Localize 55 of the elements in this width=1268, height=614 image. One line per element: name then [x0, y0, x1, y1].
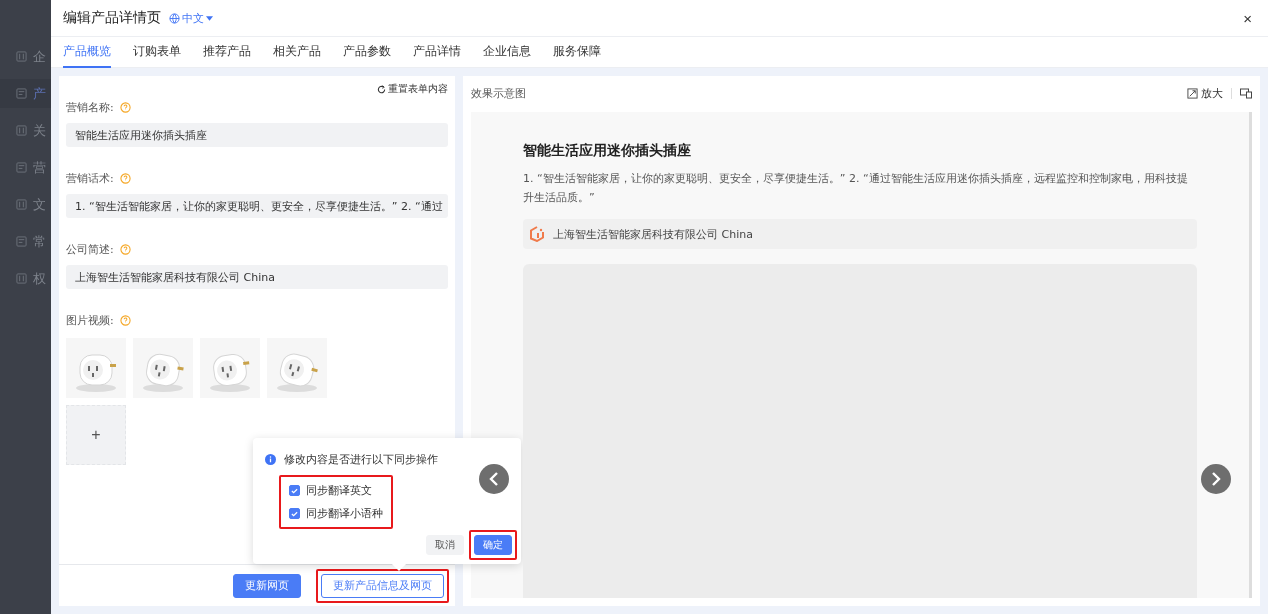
input-field[interactable]: 上海智生活智能家居科技有限公司 China: [66, 265, 448, 289]
add-image-button[interactable]: +: [66, 405, 126, 465]
field-label: 营销话术:: [66, 171, 114, 186]
input-field[interactable]: 1. “智生活智能家居，让你的家更聪明、更安全，尽享便捷生活。” 2. “通过: [66, 194, 448, 218]
checkbox-label: 同步翻译小语种: [306, 506, 383, 521]
logo-icon: [529, 226, 545, 242]
cancel-button[interactable]: 取消: [426, 535, 464, 555]
help-icon: [119, 315, 131, 326]
confirm-button[interactable]: 确定: [474, 535, 512, 555]
product-title: 智能生活应用迷你插头插座: [523, 142, 692, 160]
device-preview-button[interactable]: [1240, 87, 1252, 99]
menu-icon: [16, 51, 27, 62]
tab[interactable]: 相关产品: [273, 37, 321, 68]
field-label: 图片视频:: [66, 313, 114, 328]
product-description: 1. “智生活智能家居，让你的家更聪明、更安全，尽享便捷生活。” 2. “通过智能生活应用迷你插头插座，远程监控和控制家电，用科技提升生活品质。”: [523, 171, 1189, 206]
update-button[interactable]: 更新网页: [233, 573, 301, 598]
field-label: 公司简述:: [66, 242, 114, 257]
panel-title: 效果示意图: [471, 85, 526, 101]
zoom-button[interactable]: 放大: [1187, 85, 1223, 101]
chevron-left-icon: [489, 472, 499, 486]
tab[interactable]: 企业信息: [483, 37, 531, 68]
checkbox[interactable]: [289, 508, 300, 519]
expand-icon: [1187, 87, 1198, 99]
window-title: 编辑产品详情页: [63, 9, 161, 27]
menu-icon: [16, 236, 27, 247]
input-field[interactable]: 智能生活应用迷你插头插座: [66, 123, 448, 147]
menu-icon: [16, 162, 27, 173]
chevron-right-icon: [1211, 472, 1221, 486]
info-icon: [265, 454, 276, 465]
company-name: 上海智生活智能家居科技有限公司 China: [553, 226, 753, 242]
devices-icon: [1240, 87, 1252, 99]
menu-icon: [16, 273, 27, 284]
help-icon: [119, 244, 131, 255]
tab[interactable]: 订购表单: [133, 37, 181, 68]
field-label: 营销名称:: [66, 100, 114, 115]
caret-icon: [206, 15, 213, 21]
help-icon: [119, 173, 131, 184]
reset-link[interactable]: 重置表单内容: [377, 82, 448, 96]
menu-icon: [16, 125, 27, 136]
popover-message: 修改内容是否进行以下同步操作: [284, 452, 438, 467]
globe-icon: [169, 12, 180, 24]
update-button[interactable]: 更新产品信息及网页: [321, 573, 444, 598]
checkbox-label: 同步翻译英文: [306, 483, 372, 498]
language-selector[interactable]: 中文: [169, 10, 213, 26]
tab[interactable]: 服务保障: [553, 37, 601, 68]
help-icon: [119, 102, 131, 113]
menu-icon: [16, 88, 27, 99]
next-button[interactable]: [1201, 464, 1231, 494]
tab[interactable]: 产品参数: [343, 37, 391, 68]
checkbox[interactable]: [289, 485, 300, 496]
menu-icon: [16, 199, 27, 210]
refresh-icon: [377, 84, 386, 94]
tab[interactable]: 产品详情: [413, 37, 461, 68]
tab[interactable]: 推荐产品: [203, 37, 251, 68]
close-button[interactable]: ×: [1239, 9, 1256, 27]
